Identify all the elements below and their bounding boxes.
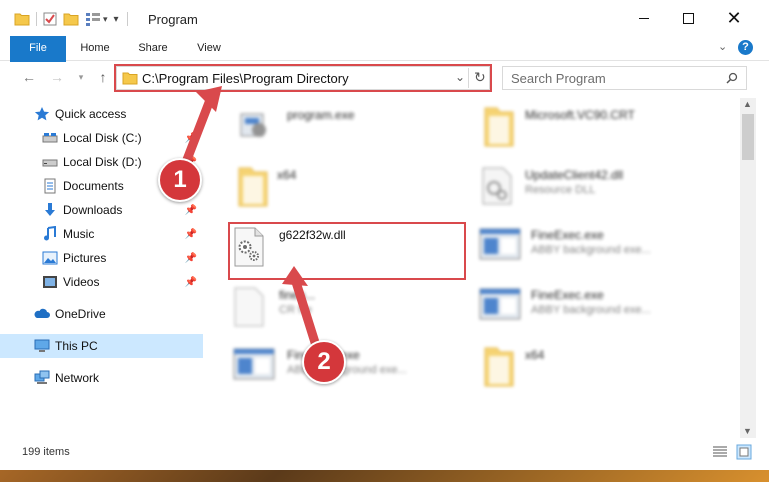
arrow-1 (178, 86, 222, 175)
explorer-window: ▾ ▾ Program ✕ File Home Share View ⌄ ? ←… (0, 0, 769, 470)
annotation-arrows (178, 86, 323, 357)
step-badge-1: 1 (158, 158, 202, 202)
step-badge-2: 2 (302, 340, 346, 384)
arrow-2 (282, 266, 323, 357)
